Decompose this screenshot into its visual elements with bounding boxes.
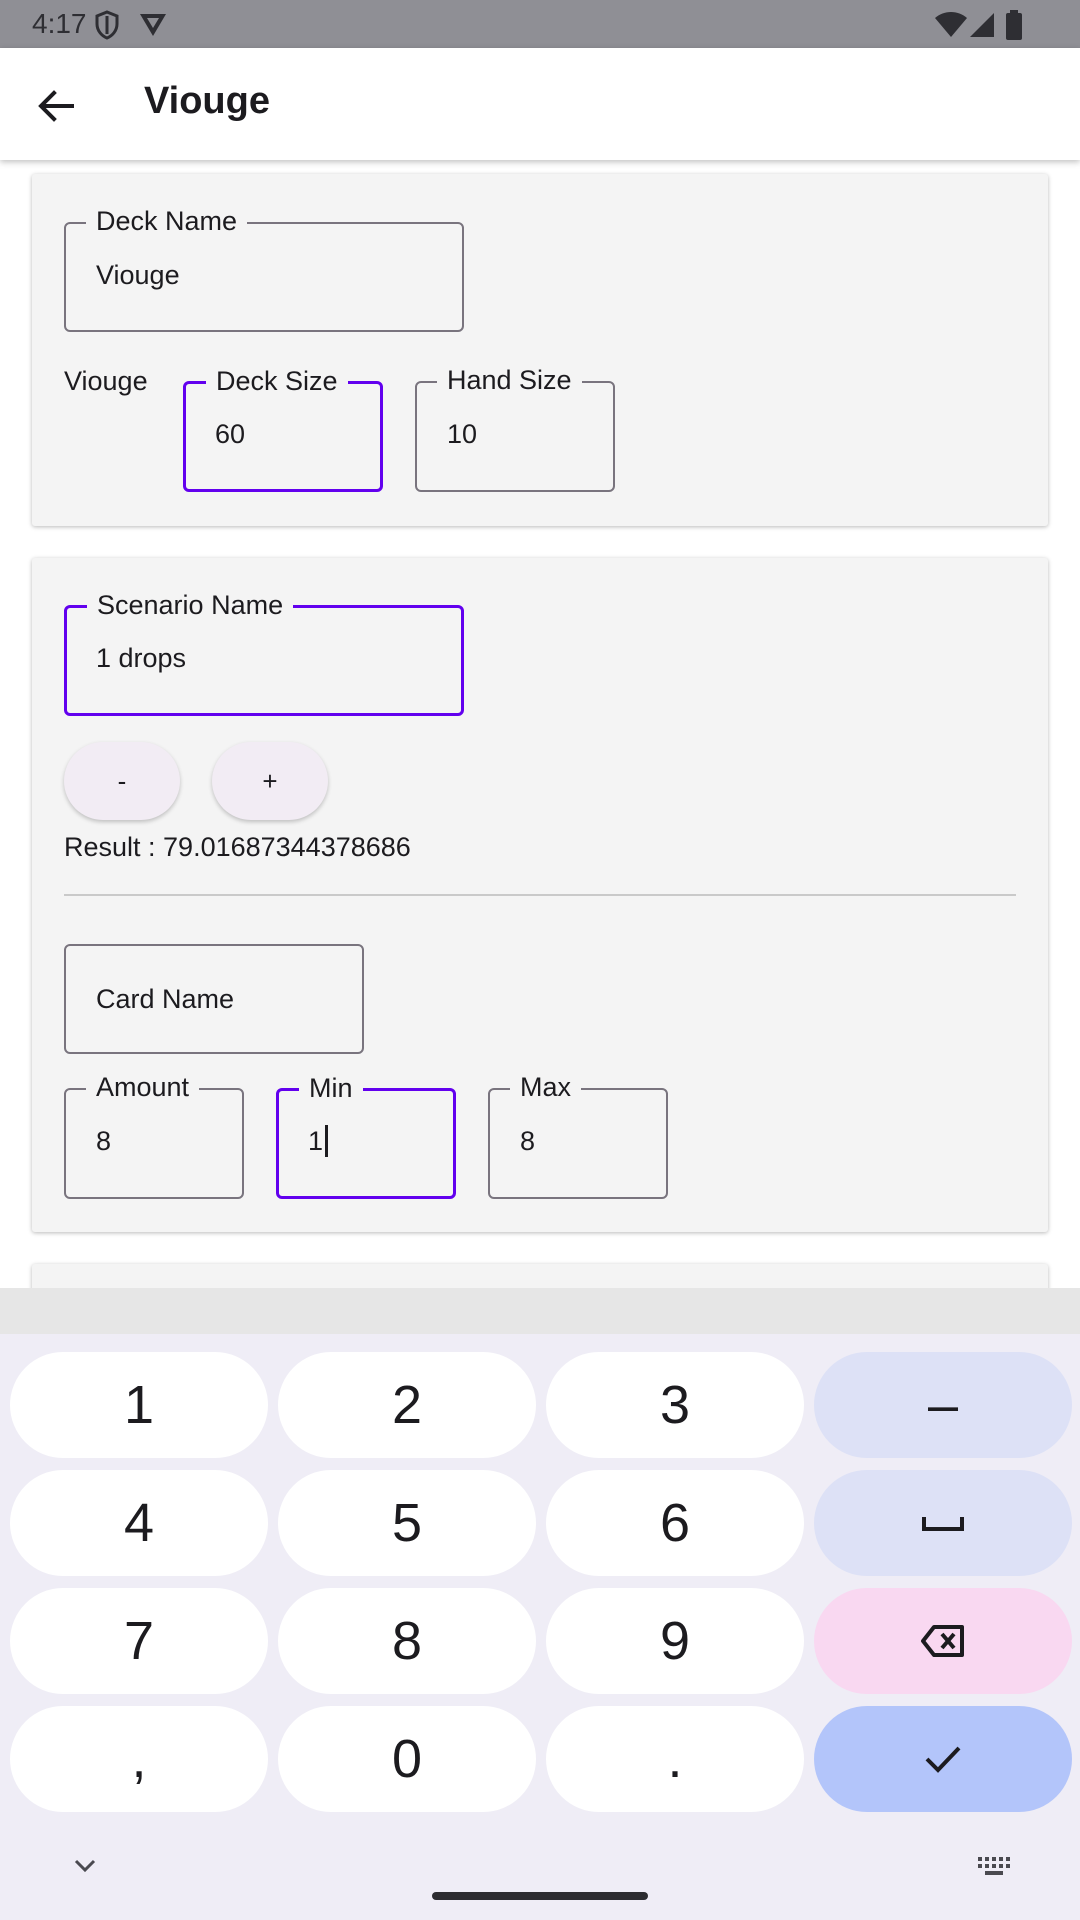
battery-icon: [1005, 10, 1023, 45]
key-backspace[interactable]: [814, 1588, 1072, 1694]
status-time: 4:17: [32, 8, 87, 39]
key-done[interactable]: [814, 1706, 1072, 1812]
vpn-icon: [138, 10, 168, 43]
key-5[interactable]: 5: [278, 1470, 536, 1576]
amount-value: 8: [96, 1126, 112, 1156]
amount-field[interactable]: Amount 8: [64, 1070, 244, 1199]
shield-icon: [94, 10, 120, 45]
deck-name-field[interactable]: Deck Name Viouge: [64, 204, 464, 332]
key-minus[interactable]: –: [814, 1352, 1072, 1458]
key-0[interactable]: 0: [278, 1706, 536, 1812]
chevron-down-icon: [70, 1859, 100, 1880]
deck-title-label: Viouge: [64, 366, 148, 396]
card-name-placeholder: Card Name: [96, 984, 235, 1014]
min-field[interactable]: Min 1: [276, 1071, 456, 1199]
collapse-keyboard-button[interactable]: [70, 1856, 100, 1881]
arrow-back-icon: [28, 90, 84, 138]
key-space[interactable]: [814, 1470, 1072, 1576]
max-label: Max: [510, 1070, 582, 1104]
max-value: 8: [520, 1126, 536, 1156]
hand-size-field[interactable]: Hand Size 10: [415, 363, 615, 492]
scenario-name-label: Scenario Name: [87, 588, 294, 622]
key-8[interactable]: 8: [278, 1588, 536, 1694]
key-3[interactable]: 3: [546, 1352, 804, 1458]
increment-button[interactable]: +: [212, 742, 328, 820]
key-2[interactable]: 2: [278, 1352, 536, 1458]
scenario-name-field[interactable]: Scenario Name 1 drops: [64, 588, 464, 716]
key-period[interactable]: .: [546, 1706, 804, 1812]
deck-name-label: Deck Name: [86, 204, 248, 238]
key-1[interactable]: 1: [10, 1352, 268, 1458]
wifi-icon: [934, 12, 968, 43]
status-bar: 4:17: [0, 0, 1080, 48]
decrement-button[interactable]: -: [64, 742, 180, 820]
amount-label: Amount: [86, 1070, 200, 1104]
key-6[interactable]: 6: [546, 1470, 804, 1576]
deck-card: Deck Name Viouge Viouge Deck Size 60 Han…: [32, 174, 1048, 526]
card-name-field[interactable]: Card Name: [64, 944, 364, 1054]
next-card: [32, 1264, 1048, 1288]
signal-icon: [968, 12, 996, 43]
deck-size-value: 60: [215, 419, 246, 449]
scroll-content[interactable]: Deck Name Viouge Viouge Deck Size 60 Han…: [0, 160, 1080, 1288]
app-bar: Viouge: [0, 48, 1080, 160]
deck-size-label: Deck Size: [206, 364, 348, 398]
back-button[interactable]: [28, 78, 84, 134]
hand-size-label: Hand Size: [437, 363, 582, 397]
switch-keyboard-button[interactable]: [976, 1854, 1012, 1883]
min-value: 1: [308, 1126, 324, 1156]
divider: [64, 894, 1016, 896]
scenario-name-value: 1 drops: [96, 643, 187, 673]
hand-size-value: 10: [447, 419, 478, 449]
text-cursor: [325, 1124, 329, 1157]
home-indicator[interactable]: [432, 1892, 648, 1900]
min-label: Min: [299, 1071, 363, 1105]
key-7[interactable]: 7: [10, 1588, 268, 1694]
scenario-card: Scenario Name 1 drops - + Result : 79.01…: [32, 558, 1048, 1232]
result-text: Result : 79.01687344378686: [64, 832, 411, 862]
numeric-keyboard: 1 2 3 – 4 5 6 7 8 9 , 0 .: [0, 1334, 1080, 1920]
keyboard-icon: [976, 1857, 1012, 1882]
deck-name-value: Viouge: [96, 260, 180, 290]
key-4[interactable]: 4: [10, 1470, 268, 1576]
key-9[interactable]: 9: [546, 1588, 804, 1694]
key-comma[interactable]: ,: [10, 1706, 268, 1812]
min-value-wrap: 1: [308, 1124, 329, 1157]
max-field[interactable]: Max 8: [488, 1070, 668, 1199]
page-title: Viouge: [144, 80, 270, 122]
deck-size-field[interactable]: Deck Size 60: [183, 364, 383, 492]
